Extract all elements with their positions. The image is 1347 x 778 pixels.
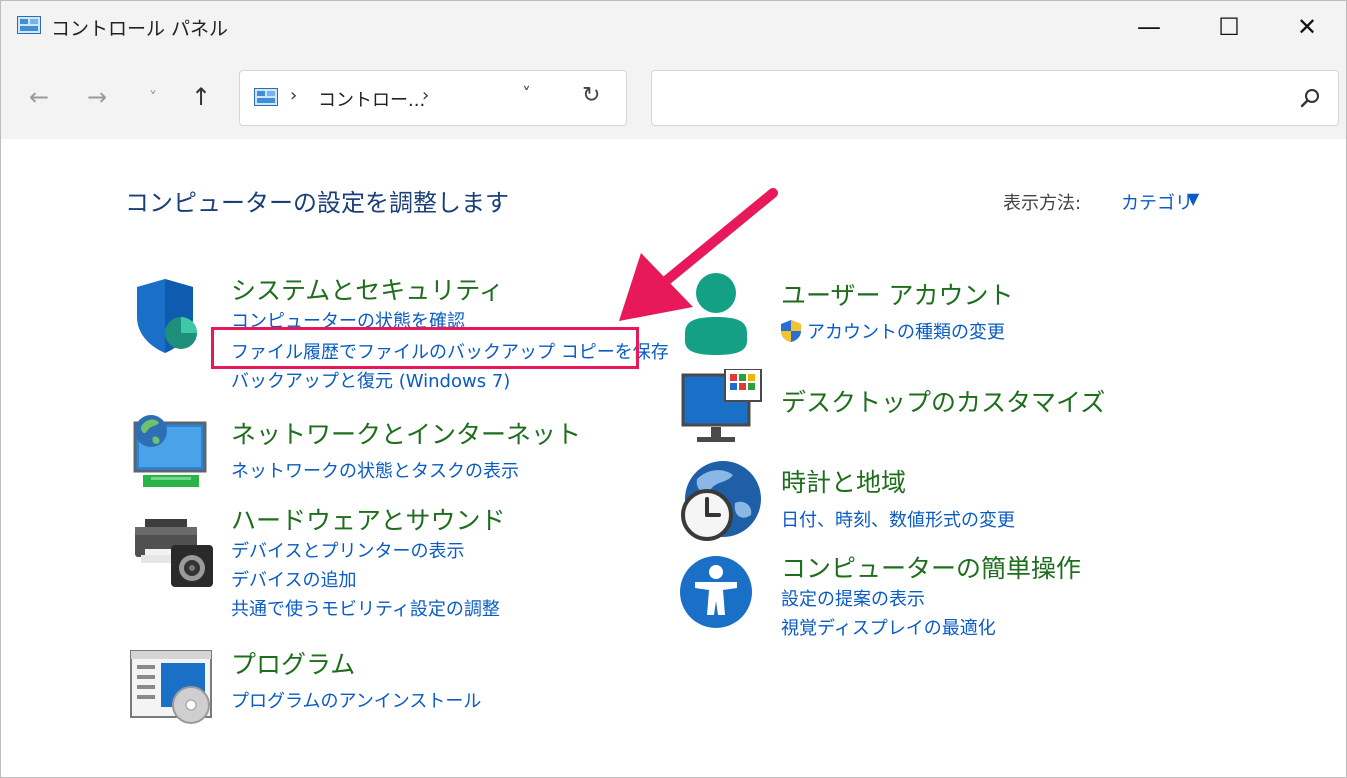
back-button[interactable]: ← [23,81,55,113]
view-by-dropdown[interactable]: カテゴリ [1121,189,1193,215]
link-mobility-settings[interactable]: 共通で使うモビリティ設定の調整 [231,595,500,621]
search-input[interactable] [651,70,1339,126]
link-backup-restore[interactable]: バックアップと復元 (Windows 7) [231,367,510,393]
link-suggested-settings[interactable]: 設定の提案の表示 [781,585,925,611]
chevron-down-icon: ˅ [149,87,157,107]
breadcrumb-control-panel[interactable]: コントロー... [318,86,425,112]
clock-globe-icon [681,461,761,541]
link-uninstall-program[interactable]: プログラムのアンインストール [231,687,481,713]
link-add-device[interactable]: デバイスの追加 [231,566,356,592]
close-button[interactable]: ✕ [1267,1,1347,53]
category-hardware-sound[interactable]: ハードウェアとサウンド [231,501,506,537]
page-title: コンピューターの設定を調整します [125,189,509,217]
caret-down-icon[interactable]: ▼ [1187,189,1199,208]
view-by-label: 表示方法: [1003,193,1082,214]
address-dropdown-icon[interactable]: ˅ [522,84,531,105]
back-arrow-icon: ← [28,83,50,111]
address-bar[interactable]: › コントロー... › ˅ ↻ [239,70,627,126]
pointer-arrow-annotation [619,188,778,321]
link-optimize-visual-display[interactable]: 視覚ディスプレイの最適化 [781,614,996,640]
link-devices-printers[interactable]: デバイスとプリンターの表示 [231,537,464,563]
forward-arrow-icon: → [86,83,108,111]
shield-icon [137,279,197,353]
category-network-internet[interactable]: ネットワークとインターネット [231,415,581,451]
minimize-button[interactable]: — [1109,1,1189,53]
window-title: コントロール パネル [51,18,229,40]
navigation-bar: ← → ˅ ↑ › コントロー... › ˅ ↻ [1,53,1346,139]
category-programs[interactable]: プログラム [231,645,355,681]
control-panel-app-icon [17,16,41,34]
maximize-icon: ☐ [1218,13,1240,41]
category-ease-of-access[interactable]: コンピューターの簡単操作 [781,549,1081,585]
breadcrumb-chevron-icon[interactable]: › [422,85,429,106]
desktop-monitor-icon [681,369,762,442]
category-user-accounts[interactable]: ユーザー アカウント [781,276,1013,312]
close-icon: ✕ [1296,13,1318,41]
maximize-button[interactable]: ☐ [1189,1,1269,53]
recent-locations-button[interactable]: ˅ [137,81,169,113]
minimize-icon: — [1137,13,1161,41]
control-panel-window: コントロール パネル — ☐ ✕ ← → ˅ ↑ › コントロー... › ˅ … [0,0,1347,778]
link-change-account-type[interactable]: アカウントの種類の変更 [807,318,1005,344]
link-network-status-tasks[interactable]: ネットワークの状態とタスクの表示 [231,457,519,483]
title-bar: コントロール パネル — ☐ ✕ [1,1,1346,53]
category-desktop-customization[interactable]: デスクトップのカスタマイズ [781,383,1105,419]
up-arrow-icon: ↑ [190,83,212,111]
printer-icon [135,519,213,587]
search-icon [1300,89,1319,108]
highlight-box-annotation [211,327,639,369]
programs-icon [130,650,212,724]
forward-button[interactable]: → [81,81,113,113]
refresh-icon[interactable]: ↻ [582,83,600,108]
control-panel-icon [254,88,278,106]
up-button[interactable]: ↑ [185,81,217,113]
link-change-date-time-format[interactable]: 日付、時刻、数値形式の変更 [781,506,1015,532]
breadcrumb-chevron-icon[interactable]: › [290,85,297,106]
accessibility-icon [680,556,752,628]
network-globe-icon [133,415,207,487]
category-clock-region[interactable]: 時計と地域 [781,463,906,499]
category-system-security[interactable]: システムとセキュリティ [231,271,504,307]
